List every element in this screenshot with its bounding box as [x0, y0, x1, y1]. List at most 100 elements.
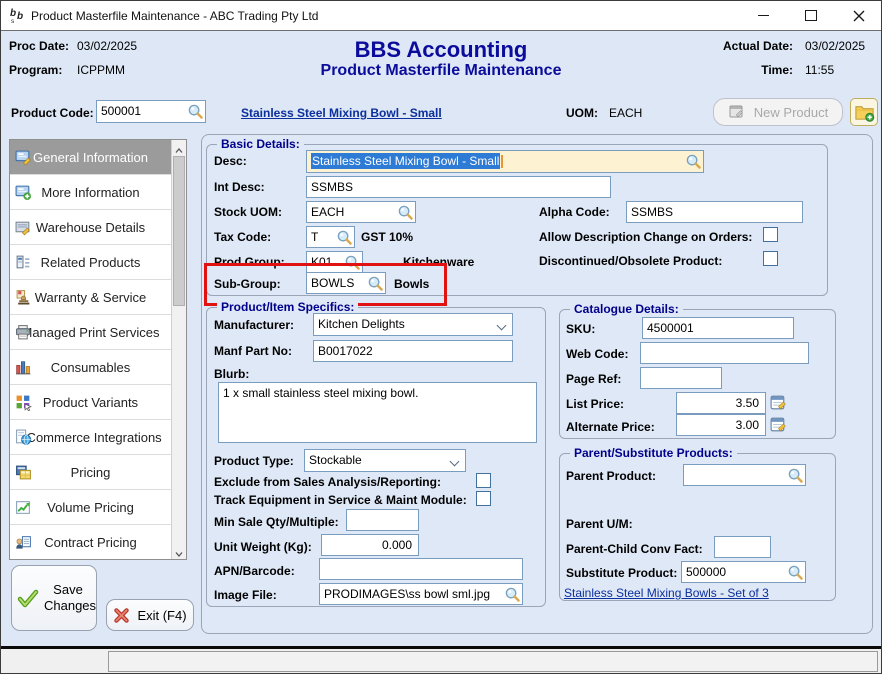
alpha-code-input[interactable]: SSMBS [626, 201, 803, 223]
alt-price-input[interactable]: 3.00 [676, 414, 766, 436]
product-type-select[interactable]: Stockable [304, 449, 466, 472]
actual-date-label: Actual Date: [723, 39, 793, 53]
sidebar-item-label: Volume Pricing [47, 500, 134, 515]
exclude-sales-label: Exclude from Sales Analysis/Reporting: [214, 475, 441, 489]
status-message-field [108, 651, 878, 672]
sidebar-item-label: Managed Print Services [21, 325, 159, 340]
web-code-label: Web Code: [566, 347, 628, 361]
parent-um-label: Parent U/M: [566, 517, 633, 531]
sub-group-lookup-icon[interactable] [367, 275, 384, 292]
manufacturer-label: Manufacturer: [214, 318, 294, 332]
exclude-sales-checkbox[interactable] [476, 473, 491, 488]
substitute-product-link[interactable]: Stainless Steel Mixing Bowls - Set of 3 [564, 586, 769, 600]
sidebar-item-ecommerce-integrations[interactable]: eCommerce Integrations [10, 420, 186, 455]
open-folder-button[interactable] [850, 98, 878, 126]
warehouse-edit-icon [15, 219, 32, 236]
sidebar-item-label: Product Variants [43, 395, 138, 410]
prod-group-lookup-icon[interactable] [344, 254, 361, 271]
discontinued-label: Discontinued/Obsolete Product: [539, 254, 722, 268]
substitute-input[interactable]: 500000 [681, 561, 806, 583]
sidebar-scrollbar[interactable] [171, 140, 186, 559]
image-file-input[interactable]: PRODIMAGES\ss bowl sml.jpg [319, 583, 523, 605]
scrollbar-thumb[interactable] [173, 156, 185, 306]
substitute-lookup-icon[interactable] [787, 564, 804, 581]
product-specifics-legend: Product/Item Specifics: [217, 300, 358, 314]
list-price-input[interactable]: 3.50 [676, 392, 766, 414]
parent-product-input[interactable] [683, 464, 806, 486]
scroll-down-icon[interactable] [174, 546, 184, 556]
sidebar-item-managed-print-services[interactable]: Managed Print Services [10, 315, 186, 350]
time-label: Time: [761, 63, 793, 77]
sidebar-item-consumables[interactable]: Consumables [10, 350, 186, 385]
list-price-edit-icon[interactable] [769, 393, 788, 412]
time-value: 11:55 [805, 63, 834, 77]
exit-button[interactable]: Exit (F4) [106, 599, 194, 631]
minimize-button[interactable] [741, 1, 785, 30]
sidebar-item-warranty-service[interactable]: Warranty & Service [10, 280, 186, 315]
unit-weight-label: Unit Weight (Kg): [214, 540, 312, 554]
tax-code-input[interactable]: T [306, 226, 355, 248]
sidebar-item-warehouse-details[interactable]: Warehouse Details [10, 210, 186, 245]
scroll-up-icon[interactable] [174, 143, 184, 153]
min-sale-input[interactable] [346, 509, 419, 531]
window-title: Product Masterfile Maintenance - ABC Tra… [31, 9, 318, 23]
new-product-button[interactable]: New Product [713, 98, 843, 126]
monitor-edit-icon [15, 149, 32, 166]
prod-group-description: Kitchenware [403, 255, 474, 269]
printer-icon [15, 324, 32, 341]
unit-weight-input[interactable]: 0.000 [321, 534, 419, 556]
parent-product-lookup-icon[interactable] [787, 467, 804, 484]
product-description-link[interactable]: Stainless Steel Mixing Bowl - Small [241, 106, 442, 120]
product-code-lookup-icon[interactable] [187, 103, 204, 120]
sidebar-item-related-products[interactable]: Related Products [10, 245, 186, 280]
prod-group-input[interactable]: K01 [306, 251, 363, 273]
sidebar-item-more-information[interactable]: More Information [10, 175, 186, 210]
sku-label: SKU: [566, 322, 595, 336]
stock-uom-lookup-icon[interactable] [397, 204, 414, 221]
globe-document-icon [15, 429, 32, 446]
maximize-button[interactable] [789, 1, 833, 30]
sidebar-item-volume-pricing[interactable]: Volume Pricing [10, 490, 186, 525]
sidebar-item-product-variants[interactable]: Product Variants [10, 385, 186, 420]
text-caret [501, 155, 503, 168]
substitute-label: Substitute Product: [566, 566, 677, 580]
actual-date-value: 03/02/2025 [805, 39, 865, 53]
volume-chart-icon [15, 499, 32, 516]
chevron-down-icon [497, 321, 507, 331]
int-desc-input[interactable]: SSMBS [306, 176, 611, 198]
track-equipment-checkbox[interactable] [476, 491, 491, 506]
stock-uom-input[interactable]: EACH [306, 201, 416, 223]
blurb-textarea[interactable]: 1 x small stainless steel mixing bowl. [218, 382, 537, 443]
close-button[interactable] [837, 1, 881, 30]
sub-group-label: Sub-Group: [214, 277, 281, 291]
manf-part-input[interactable]: B0017022 [313, 340, 513, 362]
apn-input[interactable] [319, 558, 523, 580]
tax-code-lookup-icon[interactable] [336, 229, 353, 246]
save-changes-button[interactable]: Save Changes [11, 565, 97, 631]
sidebar-item-label: Warehouse Details [36, 220, 145, 235]
allow-desc-change-label: Allow Description Change on Orders: [539, 230, 752, 244]
sidebar-item-general-information[interactable]: General Information [10, 140, 186, 175]
tax-code-label: Tax Code: [214, 230, 271, 244]
allow-desc-change-checkbox[interactable] [763, 227, 778, 242]
manufacturer-select[interactable]: Kitchen Delights [313, 313, 513, 336]
contract-person-icon [15, 534, 32, 551]
sidebar-item-contract-pricing[interactable]: Contract Pricing [10, 525, 186, 560]
sidebar-item-pricing[interactable]: Pricing [10, 455, 186, 490]
web-code-input[interactable] [640, 342, 809, 364]
discontinued-checkbox[interactable] [763, 251, 778, 266]
sku-input[interactable]: 4500001 [642, 317, 794, 339]
image-file-lookup-icon[interactable] [504, 586, 521, 603]
page-ref-input[interactable] [640, 367, 722, 389]
tax-code-description: GST 10% [361, 230, 413, 244]
svg-text:b: b [17, 11, 23, 22]
alt-price-label: Alternate Price: [566, 420, 655, 434]
desc-lookup-icon[interactable] [685, 153, 702, 170]
product-code-input[interactable]: 500001 [96, 100, 206, 123]
sub-group-input[interactable]: BOWLS [306, 272, 386, 294]
alt-price-edit-icon[interactable] [769, 415, 788, 434]
desc-input[interactable]: Stainless Steel Mixing Bowl - Small [306, 150, 704, 173]
uom-value: EACH [609, 106, 642, 120]
conv-fact-input[interactable] [714, 536, 771, 558]
sidebar-item-label: General Information [33, 150, 148, 165]
